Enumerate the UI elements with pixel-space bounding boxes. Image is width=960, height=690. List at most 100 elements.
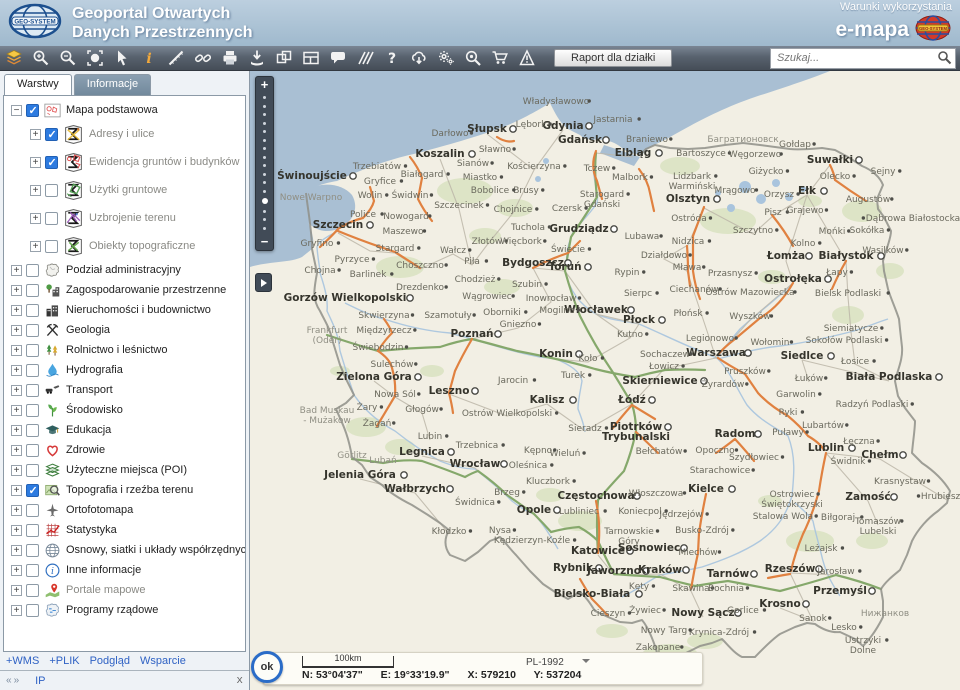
toolbar-search-plus-button[interactable]: [460, 47, 485, 70]
layer-label[interactable]: Zdrowie: [66, 444, 105, 456]
layer-label[interactable]: Statystyka: [66, 524, 117, 536]
expand-toggle[interactable]: +: [11, 385, 22, 396]
toolbar-measure-button[interactable]: [163, 47, 188, 70]
toolbar-hatch-button[interactable]: [352, 47, 377, 70]
zoom-level-dot[interactable]: [263, 122, 266, 125]
layer-label[interactable]: Osnowy, siatki i układy współrzędnych: [66, 544, 246, 556]
layer-checkbox[interactable]: [26, 284, 39, 297]
expand-toggle[interactable]: +: [11, 505, 22, 516]
expand-toggle[interactable]: +: [11, 545, 22, 556]
layer-label[interactable]: Nieruchomości i budownictwo: [66, 304, 211, 316]
zoom-in-button[interactable]: +: [261, 78, 269, 91]
expand-toggle[interactable]: +: [11, 605, 22, 616]
podglad-link[interactable]: Podgląd: [90, 655, 130, 667]
zoom-level-dot[interactable]: [263, 190, 266, 193]
sidebar-close-button[interactable]: x: [236, 675, 243, 687]
ok-button[interactable]: ok: [251, 651, 283, 683]
ip-link[interactable]: IP: [35, 675, 45, 687]
layer-checkbox[interactable]: [45, 212, 58, 225]
toolbar-alert-button[interactable]: [514, 47, 539, 70]
layer-label[interactable]: Edukacja: [66, 424, 111, 436]
layer-checkbox[interactable]: [26, 524, 39, 537]
layer-label[interactable]: Rolnictwo i leśnictwo: [66, 344, 167, 356]
layer-checkbox[interactable]: [45, 240, 58, 253]
layer-checkbox[interactable]: [26, 404, 39, 417]
report-parcel-button[interactable]: Raport dla działki: [554, 49, 672, 67]
toolbar-cloud-download-button[interactable]: [406, 47, 431, 70]
toolbar-settings-button[interactable]: [433, 47, 458, 70]
layer-label[interactable]: Użytki gruntowe: [89, 184, 167, 196]
plik-link[interactable]: +PLIK: [49, 655, 79, 667]
layer-label[interactable]: Ewidencja gruntów i budynków: [89, 156, 239, 168]
toolbar-cart-button[interactable]: [487, 47, 512, 70]
expand-toggle[interactable]: +: [11, 405, 22, 416]
layer-label[interactable]: Portale mapowe: [66, 584, 146, 596]
toolbar-print-button[interactable]: [217, 47, 242, 70]
zoom-level-dot[interactable]: [263, 130, 266, 133]
toolbar-help-button[interactable]: ?: [379, 47, 404, 70]
toolbar-pointer-button[interactable]: [109, 47, 134, 70]
expand-toggle[interactable]: +: [11, 525, 22, 536]
layer-checkbox[interactable]: [26, 344, 39, 357]
zoom-level-dot[interactable]: [263, 147, 266, 150]
layer-checkbox[interactable]: [45, 184, 58, 197]
search-input[interactable]: [770, 48, 956, 69]
expand-toggle[interactable]: +: [30, 157, 41, 168]
layer-label[interactable]: Środowisko: [66, 404, 123, 416]
layer-checkbox[interactable]: [26, 264, 39, 277]
sidebar-toggle-button[interactable]: [255, 273, 272, 292]
toolbar-layers-button[interactable]: [1, 47, 26, 70]
zoom-level-dot[interactable]: [263, 181, 266, 184]
layer-checkbox[interactable]: [26, 384, 39, 397]
zoom-out-button[interactable]: −: [261, 235, 269, 248]
history-back-button[interactable]: «: [6, 675, 14, 686]
layer-label[interactable]: Podział administracyjny: [66, 264, 181, 276]
toolbar-select-area-button[interactable]: [82, 47, 107, 70]
layer-checkbox[interactable]: [26, 424, 39, 437]
layer-checkbox[interactable]: [26, 444, 39, 457]
toolbar-layout-button[interactable]: [298, 47, 323, 70]
layer-label[interactable]: Zagospodarowanie przestrzenne: [66, 284, 226, 296]
layer-label[interactable]: Mapa podstawowa: [66, 104, 158, 116]
layer-checkbox[interactable]: [26, 564, 39, 577]
layer-checkbox[interactable]: [45, 128, 58, 141]
crs-selector[interactable]: PL-1992: [526, 657, 590, 668]
layer-checkbox[interactable]: [26, 364, 39, 377]
history-forward-button[interactable]: »: [14, 675, 22, 686]
layer-label[interactable]: Użyteczne miejsca (POI): [66, 464, 187, 476]
toolbar-balloon-button[interactable]: [325, 47, 350, 70]
layer-checkbox[interactable]: [26, 504, 39, 517]
expand-toggle[interactable]: +: [11, 425, 22, 436]
wsparcie-link[interactable]: Wsparcie: [140, 655, 186, 667]
zoom-level-dot[interactable]: [263, 139, 266, 142]
layer-checkbox[interactable]: [26, 464, 39, 477]
expand-toggle[interactable]: +: [11, 485, 22, 496]
expand-toggle[interactable]: +: [30, 213, 41, 224]
layer-checkbox[interactable]: [26, 104, 39, 117]
expand-toggle[interactable]: +: [30, 241, 41, 252]
wms-link[interactable]: +WMS: [6, 655, 39, 667]
expand-toggle[interactable]: +: [11, 325, 22, 336]
layer-label[interactable]: Inne informacje: [66, 564, 141, 576]
search-icon[interactable]: [937, 50, 952, 70]
zoom-level-dot[interactable]: [263, 227, 266, 230]
expand-toggle[interactable]: +: [11, 285, 22, 296]
zoom-level-dot[interactable]: [263, 210, 266, 213]
toolbar-windows-button[interactable]: [271, 47, 296, 70]
toolbar-download-button[interactable]: [244, 47, 269, 70]
layer-label[interactable]: Obiekty topograficzne: [89, 240, 195, 252]
toolbar-info-button[interactable]: i: [136, 47, 161, 70]
tab-warstwy[interactable]: Warstwy: [4, 74, 72, 95]
zoom-level-dot[interactable]: [263, 156, 266, 159]
expand-toggle[interactable]: +: [11, 265, 22, 276]
layer-checkbox[interactable]: [26, 544, 39, 557]
layer-checkbox[interactable]: [26, 304, 39, 317]
layer-label[interactable]: Programy rządowe: [66, 604, 158, 616]
toolbar-link-button[interactable]: [190, 47, 215, 70]
expand-toggle[interactable]: +: [11, 345, 22, 356]
zoom-level-dot[interactable]: [263, 96, 266, 99]
toolbar-zoom-out-button[interactable]: [55, 47, 80, 70]
layer-checkbox[interactable]: [26, 604, 39, 617]
expand-toggle[interactable]: +: [11, 565, 22, 576]
zoom-level-dot[interactable]: [263, 113, 266, 116]
